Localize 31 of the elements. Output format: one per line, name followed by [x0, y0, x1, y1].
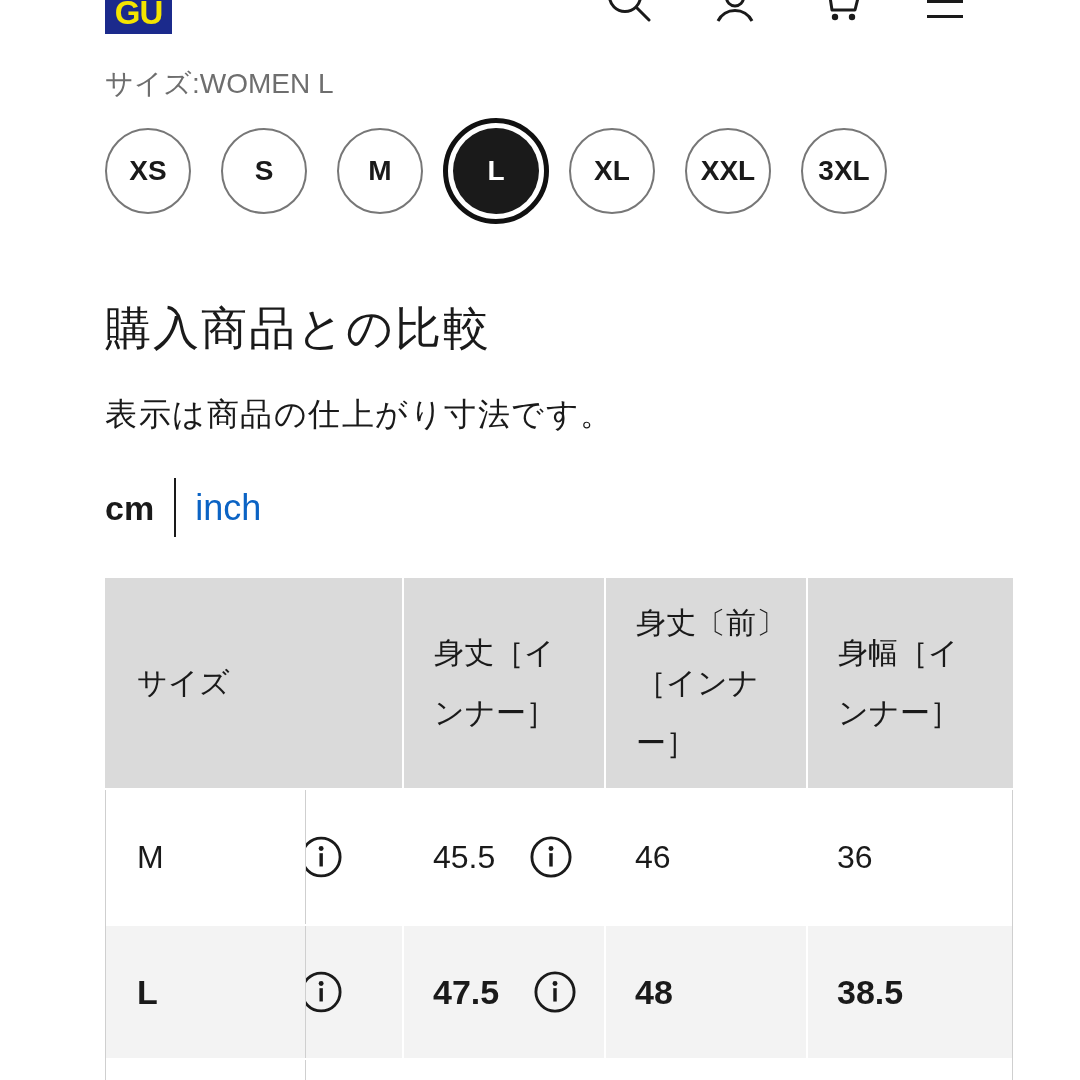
measurement-value: 36 — [837, 838, 873, 876]
info-icon[interactable] — [306, 836, 342, 878]
column-header: 身丈〔前〕［インナー］ — [636, 605, 787, 761]
size-option[interactable]: L — [443, 118, 549, 224]
info-icon[interactable] — [534, 971, 577, 1013]
column-header: サイズ — [137, 665, 230, 701]
menu-icon[interactable] — [925, 0, 965, 19]
column-header: 身幅［インナー］ — [838, 635, 961, 731]
size-name: M — [137, 838, 164, 876]
measurement-value: 47.5 — [433, 972, 500, 1012]
info-icon[interactable] — [530, 836, 573, 878]
size-option[interactable]: M — [337, 128, 423, 214]
unit-option[interactable]: inch — [195, 487, 262, 528]
search-icon[interactable] — [607, 0, 651, 22]
measurement-value: 38.5 — [837, 972, 904, 1012]
size-option[interactable]: S — [221, 128, 307, 214]
measurement-value: 46 — [635, 838, 671, 876]
unit-option[interactable]: cm — [105, 487, 155, 528]
info-icon[interactable] — [306, 971, 342, 1013]
column-header: 身丈［インナー］ — [434, 635, 557, 731]
size-option[interactable]: XL — [569, 128, 655, 214]
selected-size-label: サイズ:WOMEN L — [105, 67, 334, 101]
size-option[interactable]: 3XL — [801, 128, 887, 214]
measurement-value: 48 — [635, 972, 673, 1012]
section-title: 購入商品との比較 — [105, 301, 491, 356]
brand-logo[interactable]: GU — [105, 0, 172, 34]
note-text: 表示は商品の仕上がり寸法です。 — [105, 395, 614, 434]
size-option[interactable]: XXL — [685, 128, 771, 214]
size-option[interactable]: XS — [105, 128, 191, 214]
size-name: L — [137, 972, 158, 1012]
measurement-value: 45.5 — [433, 838, 496, 876]
